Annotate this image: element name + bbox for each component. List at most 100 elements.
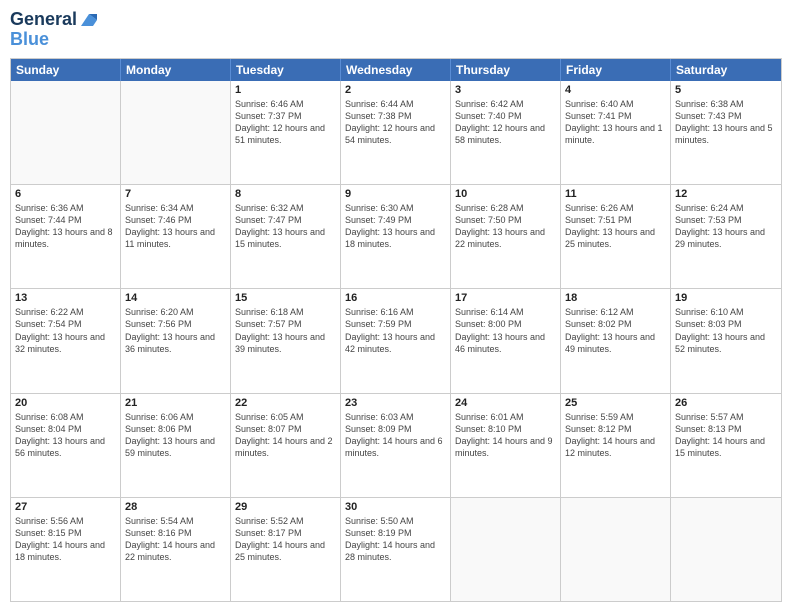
week-row-1: 1Sunrise: 6:46 AM Sunset: 7:37 PM Daylig…: [11, 81, 781, 185]
header-day-tuesday: Tuesday: [231, 59, 341, 81]
empty-cell: [671, 498, 781, 601]
header-day-sunday: Sunday: [11, 59, 121, 81]
day-cell-2: 2Sunrise: 6:44 AM Sunset: 7:38 PM Daylig…: [341, 81, 451, 184]
day-cell-9: 9Sunrise: 6:30 AM Sunset: 7:49 PM Daylig…: [341, 185, 451, 288]
calendar: SundayMondayTuesdayWednesdayThursdayFrid…: [10, 58, 782, 602]
cell-info: Sunrise: 5:56 AM Sunset: 8:15 PM Dayligh…: [15, 515, 116, 564]
day-number: 2: [345, 84, 446, 96]
cell-info: Sunrise: 6:28 AM Sunset: 7:50 PM Dayligh…: [455, 202, 556, 251]
cell-info: Sunrise: 6:14 AM Sunset: 8:00 PM Dayligh…: [455, 306, 556, 355]
day-cell-3: 3 Sunrise: 6:42 AM Sunset: 7:40 PM Daylig…: [451, 81, 561, 184]
day-number: 17: [455, 292, 556, 304]
week-row-3: 13 Sunrise: 6:22 AM Sunset: 7:54 PM Dayli…: [11, 289, 781, 393]
cell-info: Sunrise: 6:01 AM Sunset: 8:10 PM Dayligh…: [455, 411, 556, 460]
cell-info: Sunrise: 6:26 AM Sunset: 7:51 PM Dayligh…: [565, 202, 666, 251]
cell-info: Sunrise: 6:46 AM Sunset: 7:37 PM Dayligh…: [235, 98, 336, 147]
day-number: 19: [675, 292, 777, 304]
day-cell-14: 14Sunrise: 6:20 AM Sunset: 7:56 PM Dayli…: [121, 289, 231, 392]
day-cell-20: 20 Sunrise: 6:08 AM Sunset: 8:04 PM Dayli…: [11, 394, 121, 497]
cell-info: Sunrise: 6:08 AM Sunset: 8:04 PM Dayligh…: [15, 411, 116, 460]
day-cell-23: 23 Sunrise: 6:03 AM Sunset: 8:09 PM Dayli…: [341, 394, 451, 497]
cell-info: Sunrise: 6:03 AM Sunset: 8:09 PM Dayligh…: [345, 411, 446, 460]
cell-info: Sunrise: 5:59 AM Sunset: 8:12 PM Dayligh…: [565, 411, 666, 460]
day-number: 4: [565, 84, 666, 96]
day-number: 3: [455, 84, 556, 96]
header-day-friday: Friday: [561, 59, 671, 81]
cell-info: Sunrise: 6:12 AM Sunset: 8:02 PM Dayligh…: [565, 306, 666, 355]
day-number: 27: [15, 501, 116, 513]
header-day-wednesday: Wednesday: [341, 59, 451, 81]
day-number: 14: [125, 292, 226, 304]
empty-cell: [11, 81, 121, 184]
day-cell-11: 11 Sunrise: 6:26 AM Sunset: 7:51 PM Dayli…: [561, 185, 671, 288]
day-number: 20: [15, 397, 116, 409]
day-cell-7: 7 Sunrise: 6:34 AM Sunset: 7:46 PM Daylig…: [121, 185, 231, 288]
day-number: 5: [675, 84, 777, 96]
cell-info: Sunrise: 6:36 AM Sunset: 7:44 PM Dayligh…: [15, 202, 116, 251]
empty-cell: [451, 498, 561, 601]
week-row-2: 6Sunrise: 6:36 AM Sunset: 7:44 PM Daylig…: [11, 185, 781, 289]
day-number: 15: [235, 292, 336, 304]
day-cell-25: 25Sunrise: 5:59 AM Sunset: 8:12 PM Dayli…: [561, 394, 671, 497]
day-cell-18: 18 Sunrise: 6:12 AM Sunset: 8:02 PM Dayli…: [561, 289, 671, 392]
calendar-header: SundayMondayTuesdayWednesdayThursdayFrid…: [11, 59, 781, 81]
day-number: 29: [235, 501, 336, 513]
logo-text-line2: Blue: [10, 30, 99, 50]
day-number: 26: [675, 397, 777, 409]
day-cell-26: 26Sunrise: 5:57 AM Sunset: 8:13 PM Dayli…: [671, 394, 781, 497]
day-number: 21: [125, 397, 226, 409]
day-number: 12: [675, 188, 777, 200]
cell-info: Sunrise: 6:05 AM Sunset: 8:07 PM Dayligh…: [235, 411, 336, 460]
page: General Blue SundayMondayTuesdayWednesda…: [0, 0, 792, 612]
day-cell-21: 21 Sunrise: 6:06 AM Sunset: 8:06 PM Dayli…: [121, 394, 231, 497]
empty-cell: [121, 81, 231, 184]
day-cell-1: 1Sunrise: 6:46 AM Sunset: 7:37 PM Daylig…: [231, 81, 341, 184]
day-number: 24: [455, 397, 556, 409]
day-cell-10: 10 Sunrise: 6:28 AM Sunset: 7:50 PM Dayli…: [451, 185, 561, 288]
day-cell-4: 4 Sunrise: 6:40 AM Sunset: 7:41 PM Daylig…: [561, 81, 671, 184]
cell-info: Sunrise: 6:22 AM Sunset: 7:54 PM Dayligh…: [15, 306, 116, 355]
day-number: 11: [565, 188, 666, 200]
day-number: 9: [345, 188, 446, 200]
day-number: 23: [345, 397, 446, 409]
day-cell-16: 16Sunrise: 6:16 AM Sunset: 7:59 PM Dayli…: [341, 289, 451, 392]
cell-info: Sunrise: 6:24 AM Sunset: 7:53 PM Dayligh…: [675, 202, 777, 251]
day-number: 30: [345, 501, 446, 513]
cell-info: Sunrise: 6:10 AM Sunset: 8:03 PM Dayligh…: [675, 306, 777, 355]
day-number: 13: [15, 292, 116, 304]
day-number: 7: [125, 188, 226, 200]
cell-info: Sunrise: 6:34 AM Sunset: 7:46 PM Dayligh…: [125, 202, 226, 251]
cell-info: Sunrise: 6:32 AM Sunset: 7:47 PM Dayligh…: [235, 202, 336, 251]
cell-info: Sunrise: 6:16 AM Sunset: 7:59 PM Dayligh…: [345, 306, 446, 355]
day-cell-17: 17 Sunrise: 6:14 AM Sunset: 8:00 PM Dayli…: [451, 289, 561, 392]
header: General Blue: [10, 10, 782, 50]
cell-info: Sunrise: 6:40 AM Sunset: 7:41 PM Dayligh…: [565, 98, 666, 147]
day-cell-24: 24 Sunrise: 6:01 AM Sunset: 8:10 PM Dayli…: [451, 394, 561, 497]
cell-info: Sunrise: 6:18 AM Sunset: 7:57 PM Dayligh…: [235, 306, 336, 355]
header-day-monday: Monday: [121, 59, 231, 81]
header-day-thursday: Thursday: [451, 59, 561, 81]
day-number: 18: [565, 292, 666, 304]
week-row-5: 27 Sunrise: 5:56 AM Sunset: 8:15 PM Dayli…: [11, 498, 781, 601]
day-cell-15: 15 Sunrise: 6:18 AM Sunset: 7:57 PM Dayli…: [231, 289, 341, 392]
day-cell-12: 12 Sunrise: 6:24 AM Sunset: 7:53 PM Dayli…: [671, 185, 781, 288]
cell-info: Sunrise: 5:50 AM Sunset: 8:19 PM Dayligh…: [345, 515, 446, 564]
cell-info: Sunrise: 6:06 AM Sunset: 8:06 PM Dayligh…: [125, 411, 226, 460]
cell-info: Sunrise: 6:38 AM Sunset: 7:43 PM Dayligh…: [675, 98, 777, 147]
day-cell-29: 29 Sunrise: 5:52 AM Sunset: 8:17 PM Dayli…: [231, 498, 341, 601]
day-cell-27: 27 Sunrise: 5:56 AM Sunset: 8:15 PM Dayli…: [11, 498, 121, 601]
cell-info: Sunrise: 5:54 AM Sunset: 8:16 PM Dayligh…: [125, 515, 226, 564]
cell-info: Sunrise: 6:42 AM Sunset: 7:40 PM Dayligh…: [455, 98, 556, 147]
day-cell-22: 22 Sunrise: 6:05 AM Sunset: 8:07 PM Dayli…: [231, 394, 341, 497]
cell-info: Sunrise: 5:52 AM Sunset: 8:17 PM Dayligh…: [235, 515, 336, 564]
day-number: 10: [455, 188, 556, 200]
day-cell-30: 30 Sunrise: 5:50 AM Sunset: 8:19 PM Dayli…: [341, 498, 451, 601]
day-number: 22: [235, 397, 336, 409]
day-cell-5: 5 Sunrise: 6:38 AM Sunset: 7:43 PM Daylig…: [671, 81, 781, 184]
day-cell-28: 28 Sunrise: 5:54 AM Sunset: 8:16 PM Dayli…: [121, 498, 231, 601]
day-number: 28: [125, 501, 226, 513]
day-cell-19: 19 Sunrise: 6:10 AM Sunset: 8:03 PM Dayli…: [671, 289, 781, 392]
calendar-body: 1Sunrise: 6:46 AM Sunset: 7:37 PM Daylig…: [11, 81, 781, 601]
logo-icon: [79, 10, 99, 30]
empty-cell: [561, 498, 671, 601]
